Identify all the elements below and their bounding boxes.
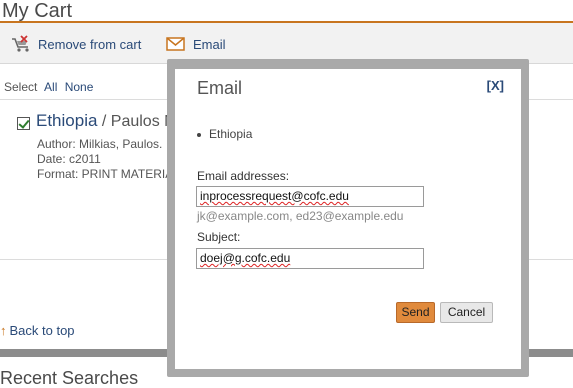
item-title: Ethiopia / Paulos M <box>36 111 177 131</box>
cart-toolbar: Remove from cart Email <box>0 23 573 64</box>
email-addresses-hint: jk@example.com, ed23@example.edu <box>197 209 404 223</box>
bullet-icon <box>197 132 201 137</box>
item-author: Author: Milkias, Paulos. <box>37 137 163 151</box>
email-items-list: Ethiopia <box>197 127 252 141</box>
subject-field[interactable]: doej@g.cofc.edu <box>196 248 424 269</box>
email-label: Email <box>193 36 226 52</box>
remove-from-cart-button[interactable]: Remove from cart <box>10 35 141 53</box>
email-dialog: Email [X] Ethiopia Email addresses: inpr… <box>175 69 521 369</box>
back-to-top-label: Back to top <box>9 323 75 338</box>
page-title: My Cart <box>2 0 72 22</box>
select-all-link[interactable]: All <box>44 80 57 94</box>
subject-label: Subject: <box>197 230 241 244</box>
email-addresses-field[interactable]: inprocessrequest@cofc.edu <box>196 186 424 207</box>
dialog-title: Email <box>197 78 243 98</box>
recent-searches-heading: Recent Searches <box>0 368 139 388</box>
item-date: Date: c2011 <box>37 152 101 166</box>
select-row: Select All None <box>4 80 97 94</box>
close-button[interactable]: [X] <box>487 78 504 93</box>
remove-from-cart-label: Remove from cart <box>38 36 142 52</box>
select-label: Select <box>4 80 38 94</box>
arrow-up-icon: ↑ <box>0 323 7 338</box>
envelope-icon <box>165 35 187 53</box>
back-to-top-link[interactable]: ↑ Back to top <box>0 323 75 338</box>
email-button[interactable]: Email <box>165 35 226 53</box>
item-format: Format: PRINT MATERIA <box>37 167 174 181</box>
email-addresses-label: Email addresses: <box>197 169 290 183</box>
cancel-button[interactable]: Cancel <box>440 302 493 323</box>
remove-from-cart-icon <box>10 35 32 53</box>
item-checkbox[interactable] <box>17 117 30 130</box>
list-item: Ethiopia <box>209 127 253 141</box>
send-button[interactable]: Send <box>396 302 435 323</box>
item-separator: / <box>97 113 111 130</box>
item-title-link[interactable]: Ethiopia <box>36 111 97 130</box>
select-none-link[interactable]: None <box>65 80 94 94</box>
